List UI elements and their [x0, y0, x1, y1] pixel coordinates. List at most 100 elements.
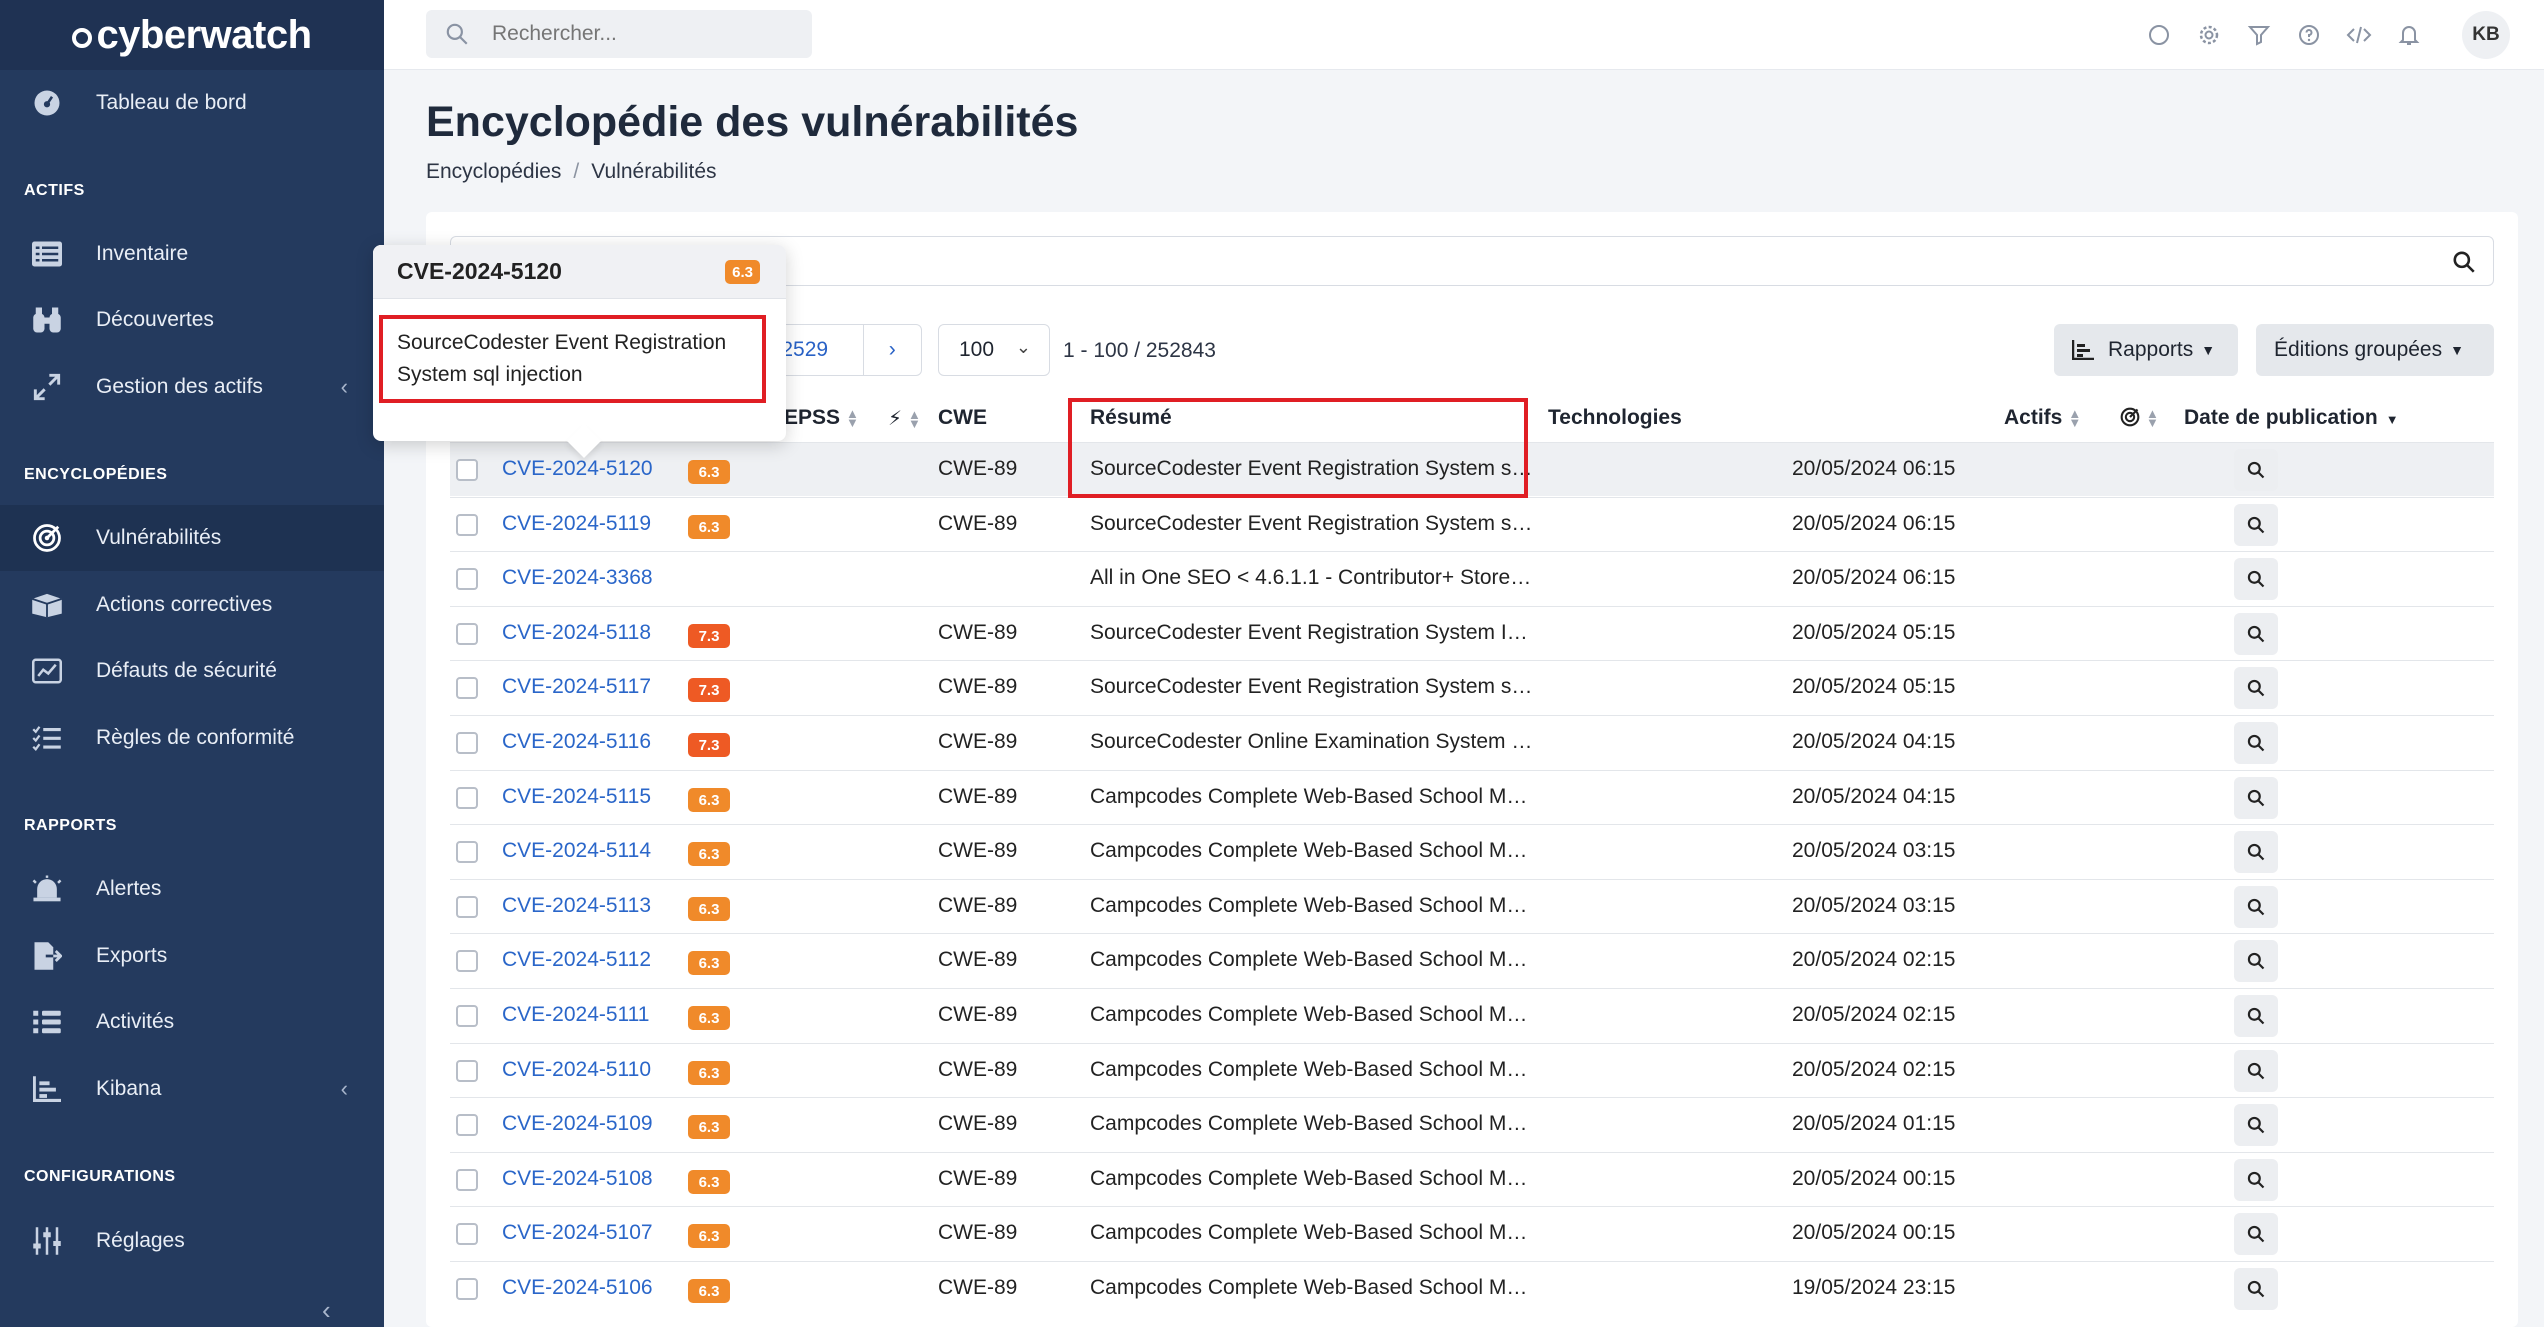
cve-link[interactable]: CVE-2024-5111	[502, 1003, 649, 1027]
cve-link[interactable]: CVE-2024-5113	[502, 894, 651, 918]
sidebar-item-kibana[interactable]: Kibana ‹	[0, 1056, 384, 1122]
cve-link[interactable]: CVE-2024-5118	[502, 621, 651, 645]
table-row[interactable]: CVE-2024-5119 6.3 CWE-89 SourceCodester Eve…	[450, 497, 2494, 551]
row-checkbox[interactable]	[456, 896, 478, 918]
sidebar-item-inventory[interactable]: Inventaire	[0, 221, 384, 287]
table-row[interactable]: CVE-2024-5109 6.3 CWE-89 Campcodes Complete…	[450, 1097, 2494, 1151]
cve-link[interactable]: CVE-2024-3368	[502, 566, 653, 590]
table-row[interactable]: CVE-2024-5110 6.3 CWE-89 Campcodes Complete…	[450, 1043, 2494, 1097]
table-row[interactable]: CVE-2024-5108 6.3 CWE-89 Campcodes Complete…	[450, 1152, 2494, 1206]
row-details-button[interactable]	[2234, 995, 2278, 1037]
reports-button[interactable]: Rapports ▼	[2054, 324, 2238, 376]
cve-link[interactable]: CVE-2024-5109	[502, 1112, 653, 1136]
row-details-button[interactable]	[2234, 831, 2278, 873]
cve-link[interactable]: CVE-2024-5107	[502, 1221, 653, 1245]
table-row[interactable]: CVE-2024-5118 7.3 CWE-89 SourceCodester Eve…	[450, 606, 2494, 660]
sidebar-item-exports[interactable]: Exports	[0, 923, 384, 989]
global-search[interactable]	[426, 10, 812, 58]
header-exploit[interactable]: ⚡ ▲ ▼	[888, 406, 921, 431]
row-checkbox[interactable]	[456, 732, 478, 754]
header-published[interactable]: Date de publication ▼	[2184, 406, 2399, 430]
row-checkbox[interactable]	[456, 568, 478, 590]
table-row[interactable]: CVE-2024-5112 6.3 CWE-89 Campcodes Complete…	[450, 933, 2494, 987]
bell-icon[interactable]	[2384, 10, 2434, 60]
table-row[interactable]: CVE-2024-3368 All in One SEO < 4.6.1.1 - …	[450, 551, 2494, 605]
header-assets[interactable]: Actifs ▲ ▼	[2004, 406, 2081, 430]
row-details-button[interactable]	[2234, 722, 2278, 764]
row-checkbox[interactable]	[456, 1278, 478, 1300]
row-details-button[interactable]	[2234, 1268, 2278, 1310]
pagination-next[interactable]: ›	[864, 325, 921, 375]
header-epss[interactable]: EPSS ▲ ▼	[784, 406, 859, 430]
row-details-button[interactable]	[2234, 886, 2278, 928]
cve-link[interactable]: CVE-2024-5108	[502, 1167, 653, 1191]
search-input[interactable]	[492, 22, 792, 46]
table-row[interactable]: CVE-2024-5107 6.3 CWE-89 Campcodes Complete…	[450, 1206, 2494, 1260]
table-row[interactable]: CVE-2024-5113 6.3 CWE-89 Campcodes Complete…	[450, 879, 2494, 933]
row-checkbox[interactable]	[456, 1114, 478, 1136]
table-row[interactable]: CVE-2024-5115 6.3 CWE-89 Campcodes Complete…	[450, 770, 2494, 824]
sidebar-item-security-defects[interactable]: Défauts de sécurité	[0, 638, 384, 704]
sidebar-item-compliance-rules[interactable]: Règles de conformité	[0, 705, 384, 771]
row-checkbox[interactable]	[456, 841, 478, 863]
row-checkbox[interactable]	[456, 1169, 478, 1191]
sidebar-item-settings[interactable]: Réglages	[0, 1208, 384, 1274]
row-checkbox[interactable]	[456, 950, 478, 972]
row-details-button[interactable]	[2234, 1159, 2278, 1201]
row-checkbox[interactable]	[456, 1060, 478, 1082]
cve-link[interactable]: CVE-2024-5110	[502, 1058, 651, 1082]
table-row[interactable]: CVE-2024-5111 6.3 CWE-89 Campcodes Complete…	[450, 988, 2494, 1042]
search-icon[interactable]	[2451, 249, 2477, 275]
status-circle-icon[interactable]	[2134, 10, 2184, 60]
cve-link[interactable]: CVE-2024-5120	[502, 457, 653, 481]
logo[interactable]: cyberwatch	[0, 0, 384, 70]
filter-icon[interactable]	[2234, 10, 2284, 60]
table-row[interactable]: CVE-2024-5106 6.3 CWE-89 Campcodes Complete…	[450, 1261, 2494, 1315]
table-row[interactable]: CVE-2024-5116 7.3 CWE-89 SourceCodester Onl…	[450, 715, 2494, 769]
sidebar-item-activities[interactable]: Activités	[0, 989, 384, 1055]
row-checkbox[interactable]	[456, 514, 478, 536]
cve-link[interactable]: CVE-2024-5119	[502, 512, 651, 536]
sidebar-item-alerts[interactable]: Alertes	[0, 856, 384, 922]
header-target[interactable]: ▲ ▼	[2120, 406, 2159, 430]
row-details-button[interactable]	[2234, 1104, 2278, 1146]
row-details-button[interactable]	[2234, 1050, 2278, 1092]
cve-link[interactable]: CVE-2024-5117	[502, 675, 651, 699]
row-checkbox[interactable]	[456, 459, 478, 481]
sidebar-item-corrective-actions[interactable]: Actions correctives	[0, 572, 384, 638]
sidebar-item-dashboard[interactable]: Tableau de bord	[0, 70, 384, 136]
cve-link[interactable]: CVE-2024-5115	[502, 785, 651, 809]
header-technologies[interactable]: Technologies	[1548, 406, 1682, 430]
avatar[interactable]: KB	[2462, 11, 2510, 59]
row-details-button[interactable]	[2234, 1213, 2278, 1255]
row-details-button[interactable]	[2234, 558, 2278, 600]
per-page-select[interactable]: 100 ⌄	[938, 324, 1050, 376]
cve-link[interactable]: CVE-2024-5116	[502, 730, 651, 754]
row-details-button[interactable]	[2234, 449, 2278, 491]
cve-link[interactable]: CVE-2024-5112	[502, 948, 651, 972]
row-checkbox[interactable]	[456, 1005, 478, 1027]
sidebar-item-vulnerabilities[interactable]: Vulnérabilités	[0, 505, 384, 571]
sidebar-item-discoveries[interactable]: Découvertes	[0, 287, 384, 353]
gear-icon[interactable]	[2184, 10, 2234, 60]
row-checkbox[interactable]	[456, 623, 478, 645]
bulk-edits-button[interactable]: Éditions groupées ▼	[2256, 324, 2494, 376]
row-details-button[interactable]	[2234, 504, 2278, 546]
row-checkbox[interactable]	[456, 1223, 478, 1245]
header-cwe[interactable]: CWE	[938, 406, 987, 430]
table-row[interactable]: CVE-2024-5114 6.3 CWE-89 Campcodes Complete…	[450, 824, 2494, 878]
cve-link[interactable]: CVE-2024-5114	[502, 839, 651, 863]
cve-link[interactable]: CVE-2024-5106	[502, 1276, 653, 1300]
row-details-button[interactable]	[2234, 613, 2278, 655]
sidebar-item-asset-management[interactable]: Gestion des actifs ‹	[0, 354, 384, 420]
help-icon[interactable]	[2284, 10, 2334, 60]
table-row[interactable]: CVE-2024-5117 7.3 CWE-89 SourceCodester Eve…	[450, 660, 2494, 714]
row-details-button[interactable]	[2234, 667, 2278, 709]
row-checkbox[interactable]	[456, 787, 478, 809]
row-details-button[interactable]	[2234, 777, 2278, 819]
breadcrumb-encyclopedias[interactable]: Encyclopédies	[426, 160, 561, 183]
row-details-button[interactable]	[2234, 940, 2278, 982]
row-checkbox[interactable]	[456, 677, 478, 699]
code-icon[interactable]	[2334, 10, 2384, 60]
sidebar-collapse-icon[interactable]: ‹	[322, 1295, 331, 1326]
